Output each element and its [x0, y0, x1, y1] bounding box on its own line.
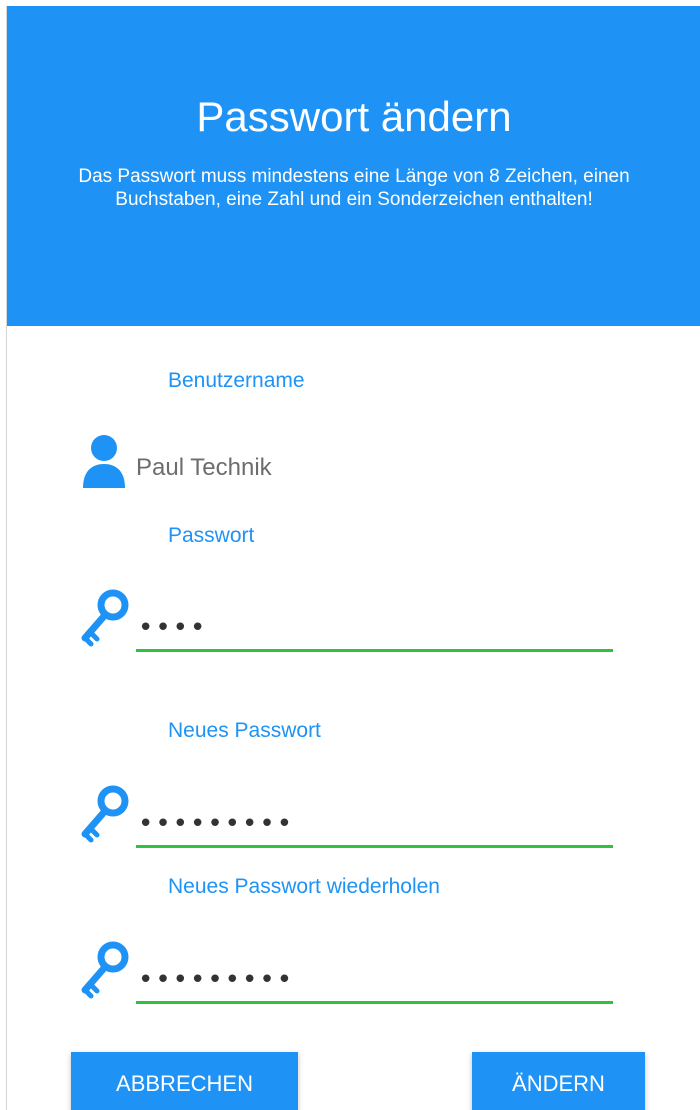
repeat-password-input[interactable] [136, 958, 613, 1004]
new-password-label: Neues Passwort [168, 719, 321, 742]
password-input[interactable] [136, 606, 613, 652]
key-icon [81, 785, 129, 843]
dialog-title: Passwort ändern [196, 93, 512, 140]
change-password-dialog: Passwort ändern Das Passwort muss mindes… [6, 6, 700, 1110]
password-requirements-text: Das Passwort muss mindestens eine Länge … [78, 166, 630, 210]
key-icon [81, 589, 129, 647]
dialog-header: Passwort ändern Das Passwort muss mindes… [7, 6, 700, 326]
new-password-input[interactable] [136, 802, 613, 848]
cancel-button[interactable]: ABBRECHEN [71, 1052, 298, 1110]
key-icon [81, 941, 129, 999]
username-value: Paul Technik [136, 454, 272, 481]
repeat-password-label: Neues Passwort wiederholen [168, 875, 440, 898]
change-password-button[interactable]: ÄNDERN [472, 1052, 645, 1110]
username-label: Benutzername [168, 369, 305, 392]
user-icon [83, 435, 125, 488]
password-label: Passwort [168, 524, 255, 547]
